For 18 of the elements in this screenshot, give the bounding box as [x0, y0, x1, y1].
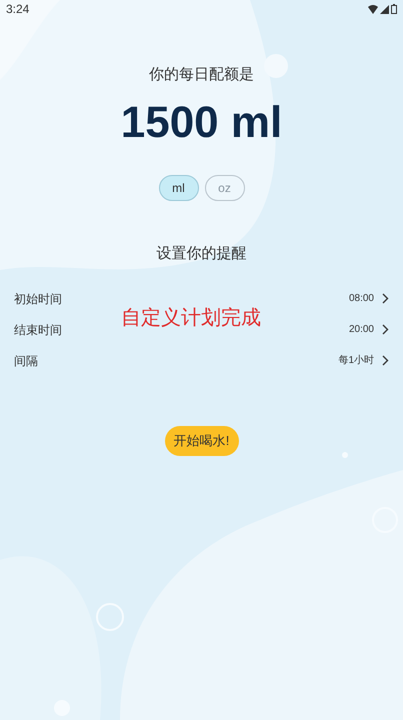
chevron-right-icon [382, 293, 389, 304]
chevron-right-icon [382, 355, 389, 366]
reminder-value: 20:00 [348, 323, 374, 337]
overlay-caption: 自定义计划完成 [121, 306, 261, 331]
reminder-label: 初始时间 [14, 290, 62, 308]
reminder-label: 间隔 [14, 352, 38, 370]
daily-amount: 1500 ml [120, 100, 282, 144]
reminder-value: 每1小时 [338, 354, 374, 368]
start-button[interactable]: 开始喝水! [164, 426, 238, 456]
chevron-right-icon [382, 324, 389, 335]
status-time: 3:24 [6, 1, 30, 18]
battery-icon [391, 4, 397, 14]
reminder-label: 结束时间 [14, 322, 62, 338]
wifi-icon [368, 4, 378, 14]
reminders-title: 设置你的提醒 [156, 244, 246, 264]
signal-icon [380, 4, 389, 14]
reminder-value: 08:00 [348, 292, 374, 306]
quota-label: 你的每日配额是 [149, 65, 254, 85]
